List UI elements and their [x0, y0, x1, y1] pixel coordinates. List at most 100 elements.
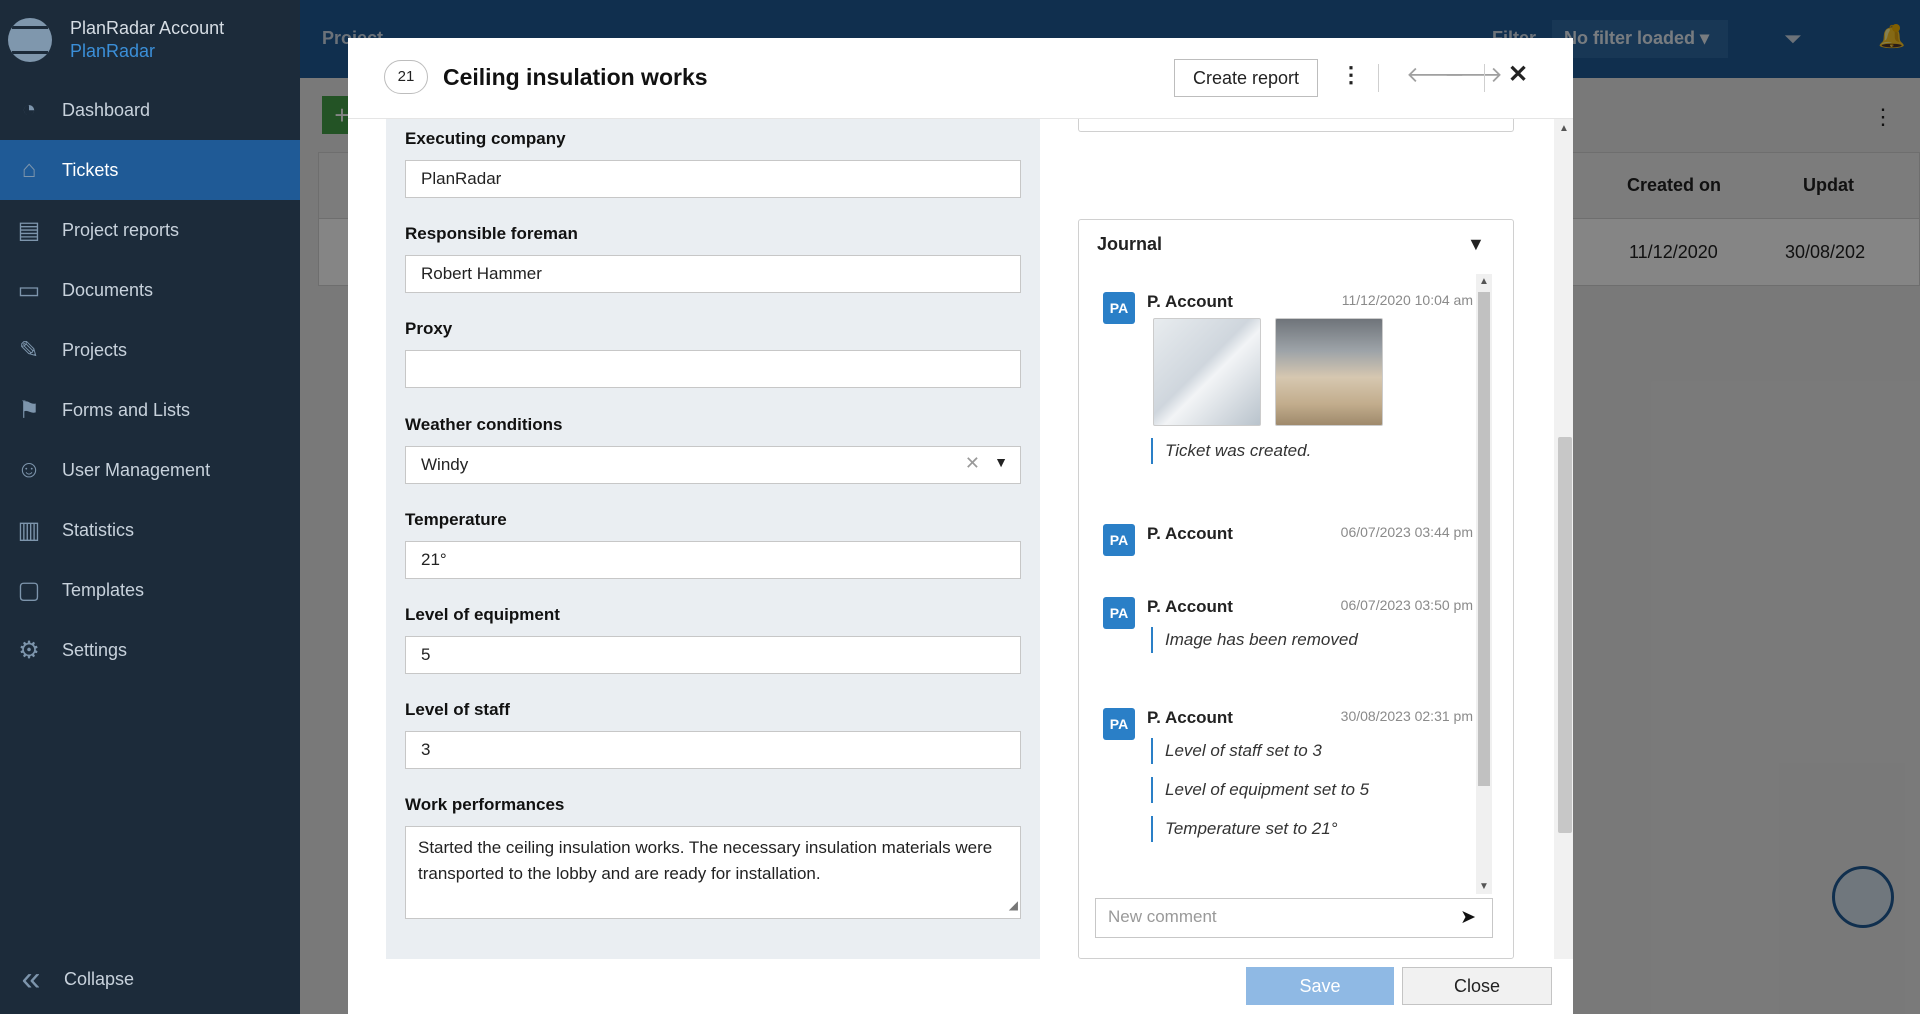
sidebar-item-label: Statistics — [62, 519, 135, 540]
avatar: PA — [1103, 597, 1135, 629]
scroll-down-icon[interactable]: ▼ — [1479, 881, 1489, 892]
sidebar-item-label: Forms and Lists — [62, 399, 191, 420]
weather-value: Windy — [421, 455, 469, 474]
double-chevron-left-icon: « — [21, 959, 41, 998]
bar-chart-icon: ▥ — [17, 516, 41, 544]
entry-line: Level of equipment set to 5 — [1151, 777, 1451, 803]
field-temperature: Temperature 21° — [405, 510, 1021, 579]
flag-icon: ⚑ — [18, 396, 40, 424]
executing-company-input[interactable]: PlanRadar — [405, 160, 1021, 198]
sidebar-item-statistics[interactable]: ▥ Statistics — [0, 500, 300, 560]
next-ticket-icon[interactable]: 🡒 — [1444, 62, 1503, 88]
save-button[interactable]: Save — [1246, 967, 1394, 1005]
resize-handle-icon[interactable]: ◢ — [1009, 892, 1018, 918]
avatar: PA — [1103, 524, 1135, 556]
user-icon: ☺ — [16, 456, 42, 483]
side-panel: Journal ▼ PA P. Account 11/12/2020 10:04… — [1076, 119, 1516, 959]
dashboard-icon: ◔ — [21, 96, 37, 123]
journal-scrollbar[interactable]: ▲ ▼ — [1476, 274, 1492, 894]
clear-icon[interactable]: ✕ — [965, 453, 980, 474]
report-icon: ▤ — [17, 216, 41, 244]
new-comment-input[interactable]: New comment ➤ — [1095, 898, 1493, 938]
modal-body: Executing company PlanRadar Responsible … — [348, 119, 1573, 959]
insulation-panels-photo[interactable] — [1153, 318, 1261, 426]
entry-time: 30/08/2023 02:31 pm — [1340, 708, 1473, 724]
modal-header: 21 Ceiling insulation works Create repor… — [348, 38, 1573, 119]
sidebar-item-label: Templates — [62, 579, 145, 600]
sidebar-item-forms-and-lists[interactable]: ⚑ Forms and Lists — [0, 380, 300, 440]
field-label: Work performances — [405, 795, 565, 814]
field-label: Level of equipment — [405, 605, 560, 624]
planradar-logo-icon — [8, 18, 52, 62]
form-fields: Executing company PlanRadar Responsible … — [386, 119, 1040, 959]
sidebar-item-settings[interactable]: ⚙ Settings — [0, 620, 300, 680]
entry-time: 06/07/2023 03:50 pm — [1340, 597, 1473, 613]
sidebar-item-user-management[interactable]: ☺ User Management — [0, 440, 300, 500]
entry-author: P. Account — [1147, 597, 1233, 616]
entry-time: 11/12/2020 10:04 am — [1341, 292, 1473, 308]
entry-author: P. Account — [1147, 524, 1233, 543]
sidebar-item-dashboard[interactable]: ◔ Dashboard — [0, 80, 300, 140]
entry-time: 06/07/2023 03:44 pm — [1340, 524, 1473, 540]
field-executing-company: Executing company PlanRadar — [405, 129, 1021, 198]
field-label: Weather conditions — [405, 415, 563, 434]
collapse-sidebar-button[interactable]: « Collapse — [0, 954, 135, 1004]
close-icon[interactable]: ✕ — [1508, 60, 1528, 89]
account-switcher[interactable]: PlanRadar Account PlanRadar — [0, 0, 300, 80]
clipboard-icon: ▢ — [17, 576, 41, 604]
temperature-input[interactable]: 21° — [405, 541, 1021, 579]
sidebar-item-label: Settings — [62, 639, 128, 660]
caret-down-icon[interactable]: ▼ — [994, 454, 1008, 470]
field-weather-conditions: Weather conditions Windy ✕ ▼ — [405, 415, 1021, 484]
warehouse-interior-photo[interactable] — [1275, 318, 1383, 426]
ticket-number-badge: 21 — [384, 60, 428, 94]
sidebar-item-documents[interactable]: ▭ Documents — [0, 260, 300, 320]
close-button[interactable]: Close — [1402, 967, 1552, 1005]
gear-icon: ⚙ — [18, 636, 40, 664]
folder-icon: ▭ — [17, 276, 41, 304]
scroll-up-icon[interactable]: ▲ — [1559, 123, 1569, 134]
journal-entry: PA P. Account 30/08/2023 02:31 pm Level … — [1103, 708, 1473, 908]
filter-icon[interactable]: ▼ — [1467, 234, 1485, 255]
send-icon[interactable]: ➤ — [1460, 906, 1476, 929]
responsible-foreman-input[interactable]: Robert Hammer — [405, 255, 1021, 293]
sidebar-item-templates[interactable]: ▢ Templates — [0, 560, 300, 620]
account-name: PlanRadar Account — [70, 18, 225, 38]
create-report-button[interactable]: Create report — [1174, 59, 1318, 97]
scrollbar-thumb[interactable] — [1558, 437, 1572, 833]
sidebar-item-label: Project reports — [62, 219, 180, 240]
scroll-up-icon[interactable]: ▲ — [1479, 276, 1489, 287]
weather-conditions-select[interactable]: Windy ✕ ▼ — [405, 446, 1021, 484]
work-performances-textarea[interactable]: Started the ceiling insulation works. Th… — [405, 826, 1021, 919]
entry-author: P. Account — [1147, 292, 1233, 311]
account-org: PlanRadar — [70, 41, 156, 61]
sidebar-item-label: Projects — [62, 339, 128, 360]
proxy-input[interactable] — [405, 350, 1021, 388]
sidebar-item-project-reports[interactable]: ▤ Project reports — [0, 200, 300, 260]
header-divider — [1484, 64, 1485, 92]
sidebar-item-label: User Management — [62, 459, 211, 480]
entry-line: Temperature set to 21° — [1151, 816, 1451, 842]
field-label: Temperature — [405, 510, 507, 529]
sidebar-item-label: Documents — [62, 279, 154, 300]
entry-line: Ticket was created. — [1151, 438, 1451, 464]
avatar: PA — [1103, 708, 1135, 740]
field-label: Responsible foreman — [405, 224, 578, 243]
ticket-modal: 21 Ceiling insulation works Create repor… — [348, 38, 1573, 1014]
field-responsible-foreman: Responsible foreman Robert Hammer — [405, 224, 1021, 293]
level-of-equipment-input[interactable]: 5 — [405, 636, 1021, 674]
field-work-performances: Work performances Started the ceiling in… — [405, 795, 1021, 919]
field-level-of-staff: Level of staff 3 — [405, 700, 1021, 769]
sidebar-item-tickets[interactable]: ⌂ Tickets — [0, 140, 300, 200]
tag-icon: ⌂ — [21, 156, 37, 183]
sidebar-item-projects[interactable]: ✎ Projects — [0, 320, 300, 380]
entry-line: Level of staff set to 3 — [1151, 738, 1451, 764]
scrollbar-thumb[interactable] — [1478, 292, 1490, 786]
level-of-staff-input[interactable]: 3 — [405, 731, 1021, 769]
collapse-label: Collapse — [64, 968, 135, 989]
journal-title: Journal — [1097, 234, 1163, 254]
more-options-icon[interactable]: ⋮ — [1340, 62, 1362, 88]
header-divider — [1378, 64, 1379, 92]
modal-scrollbar[interactable]: ▲ — [1554, 119, 1573, 959]
work-performances-text: Started the ceiling insulation works. Th… — [418, 838, 993, 883]
